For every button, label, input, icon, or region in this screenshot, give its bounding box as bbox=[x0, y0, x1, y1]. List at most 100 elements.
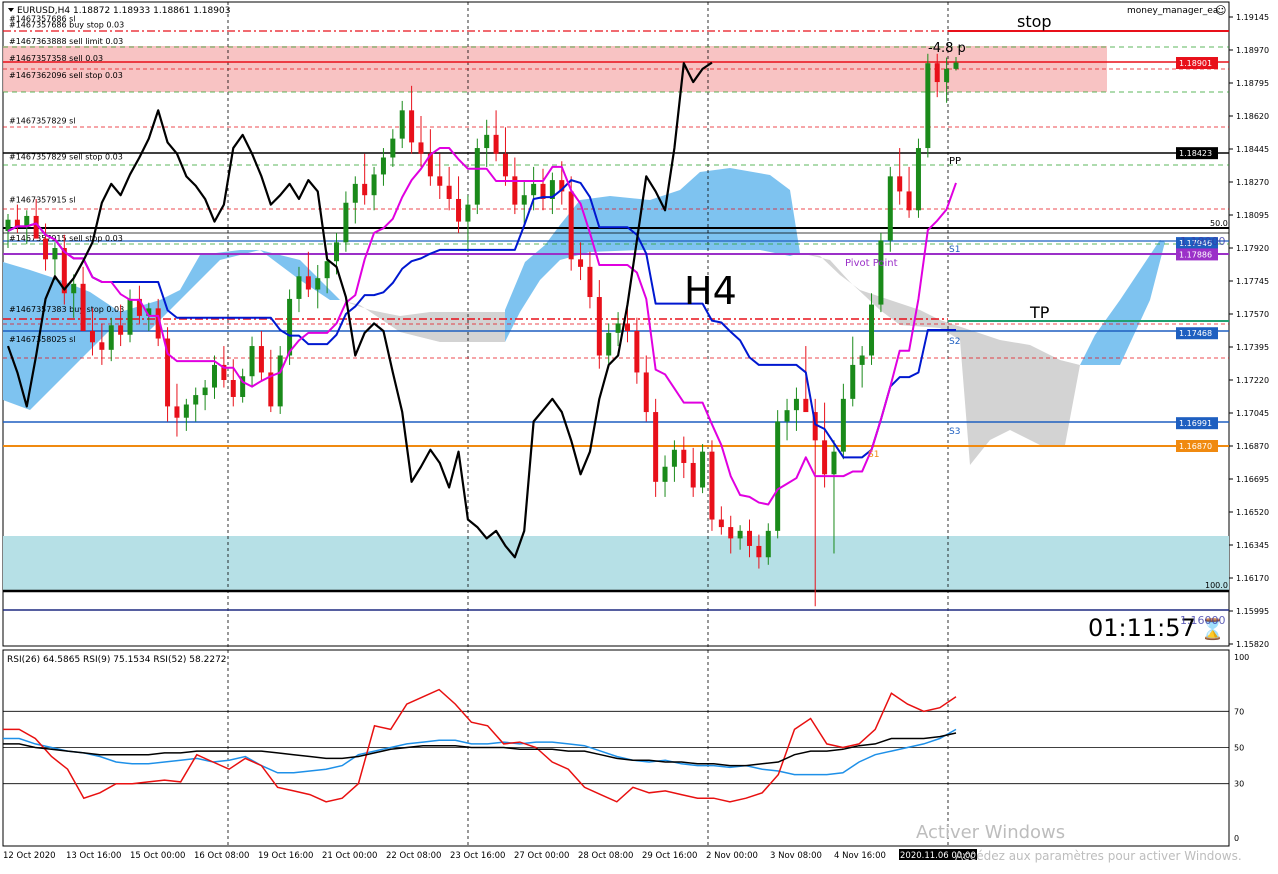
order-label: #1467357915 sell stop 0.03 bbox=[9, 234, 123, 243]
candle-body bbox=[690, 462, 696, 488]
y-tick-label: 1.15995 bbox=[1236, 607, 1269, 616]
ea-name: money_manager_ea bbox=[1127, 6, 1218, 16]
candle-body bbox=[634, 330, 640, 373]
x-tick-label: 3 Nov 08:00 bbox=[770, 851, 822, 861]
candle-body bbox=[193, 395, 199, 405]
candle-body bbox=[897, 176, 903, 192]
candle-body bbox=[822, 440, 828, 475]
price-tag-text: 1.18901 bbox=[1179, 59, 1212, 68]
order-label: #1467357686 buy stop 0.03 bbox=[9, 20, 124, 29]
candle bbox=[915, 138, 921, 218]
order-label: #1467363888 sell limit 0.03 bbox=[9, 37, 123, 46]
candle-body bbox=[531, 183, 537, 196]
candle-body bbox=[700, 451, 706, 488]
candle-body bbox=[906, 191, 912, 211]
x-tick-label: 4 Nov 16:00 bbox=[834, 851, 886, 861]
level-116000: 1.16000 bbox=[1180, 614, 1226, 627]
candle-body bbox=[437, 176, 443, 186]
candle-body bbox=[850, 364, 856, 399]
x-tick-label: 21 Oct 00:00 bbox=[322, 851, 377, 861]
teal-fib-zone bbox=[3, 536, 1229, 592]
chart-canvas[interactable]: #1467357686 sl#1467357686 buy stop 0.03#… bbox=[0, 0, 1278, 870]
rsi-header: RSI(26) 64.5865 RSI(9) 75.1534 RSI(52) 5… bbox=[7, 655, 227, 665]
candle-body bbox=[399, 110, 405, 139]
candle-body bbox=[737, 530, 743, 539]
candle-body bbox=[944, 68, 950, 83]
candle-body bbox=[653, 412, 659, 482]
stop-annotation: stop bbox=[1017, 12, 1052, 31]
candle-body bbox=[568, 191, 574, 260]
candle-body bbox=[390, 138, 396, 158]
candle-body bbox=[474, 148, 480, 205]
candle-body bbox=[869, 304, 875, 356]
candle-body bbox=[502, 153, 508, 177]
x-tick-label: 12 Oct 2020 bbox=[3, 851, 56, 861]
candle-body bbox=[934, 63, 940, 83]
candle-body bbox=[305, 276, 311, 290]
candle bbox=[887, 166, 893, 252]
smiley-icon: ☺ bbox=[1215, 4, 1226, 17]
candle-body bbox=[671, 449, 677, 467]
tp-annotation: TP bbox=[1029, 303, 1050, 322]
candle bbox=[925, 53, 931, 158]
candle-body bbox=[747, 530, 753, 546]
candle-body bbox=[587, 266, 593, 298]
candle-body bbox=[709, 451, 715, 520]
candle-body bbox=[887, 176, 893, 241]
y-tick-label: 1.17395 bbox=[1236, 343, 1269, 352]
candle-body bbox=[953, 62, 959, 69]
windows-watermark-sub: Accédez aux paramètres pour activer Wind… bbox=[955, 849, 1242, 863]
candle-body bbox=[643, 372, 649, 413]
candle-body bbox=[80, 283, 86, 331]
candle-body bbox=[878, 240, 884, 305]
candle-body bbox=[756, 545, 762, 558]
fib-100-label: 100.0 bbox=[1205, 581, 1228, 590]
s1-label-blue: S1 bbox=[949, 245, 960, 255]
candle-body bbox=[249, 346, 255, 377]
price-tag: 1.18901 bbox=[1176, 57, 1218, 70]
candle-body bbox=[624, 323, 630, 331]
candle-body bbox=[99, 342, 105, 350]
pp-label: PP bbox=[949, 156, 961, 167]
candle-body bbox=[409, 110, 415, 143]
candle-body bbox=[33, 215, 39, 239]
y-tick-label: 1.16520 bbox=[1236, 508, 1269, 517]
candle-body bbox=[793, 398, 799, 411]
candle-body bbox=[840, 398, 846, 452]
rsi-tick-label: 70 bbox=[1234, 707, 1244, 716]
order-label: #1467357915 sl bbox=[9, 196, 76, 205]
candle-body bbox=[183, 404, 189, 418]
x-tick-label: 16 Oct 08:00 bbox=[194, 851, 249, 861]
candle bbox=[709, 440, 715, 531]
rsi-tick-label: 100 bbox=[1234, 653, 1249, 662]
candle-body bbox=[925, 63, 931, 149]
candle-body bbox=[606, 332, 612, 356]
timeframe-label: H4 bbox=[684, 269, 737, 313]
candle bbox=[474, 138, 480, 215]
s3-label: S3 bbox=[949, 427, 960, 437]
y-tick-label: 1.18270 bbox=[1236, 178, 1269, 187]
y-tick-label: 1.15820 bbox=[1236, 640, 1269, 649]
x-tick-label: 27 Oct 00:00 bbox=[514, 851, 569, 861]
price-tag: 1.17468 bbox=[1176, 327, 1218, 340]
candle-body bbox=[89, 330, 95, 343]
y-tick-label: 1.17220 bbox=[1236, 376, 1269, 385]
candle-body bbox=[578, 259, 584, 267]
candle-body bbox=[108, 325, 114, 350]
x-tick-label: 15 Oct 00:00 bbox=[130, 851, 185, 861]
y-tick-label: 1.16870 bbox=[1236, 442, 1269, 451]
candle-body bbox=[174, 406, 180, 418]
price-tag-text: 1.17886 bbox=[1179, 250, 1212, 259]
candle-body bbox=[765, 530, 771, 558]
candle-body bbox=[493, 134, 499, 154]
candle-body bbox=[324, 261, 330, 279]
x-tick-label: 13 Oct 16:00 bbox=[66, 851, 121, 861]
candle-body bbox=[521, 195, 527, 205]
x-tick-label: 22 Oct 08:00 bbox=[386, 851, 441, 861]
candle-body bbox=[681, 449, 687, 463]
candle-body bbox=[784, 410, 790, 422]
pips-annotation: -4.8 p bbox=[928, 41, 966, 56]
chart-window[interactable]: #1467357686 sl #1467357686 buy stop 0.03 #… bbox=[0, 0, 1278, 870]
candle bbox=[277, 346, 283, 414]
x-tick-label: 2 Nov 00:00 bbox=[706, 851, 758, 861]
